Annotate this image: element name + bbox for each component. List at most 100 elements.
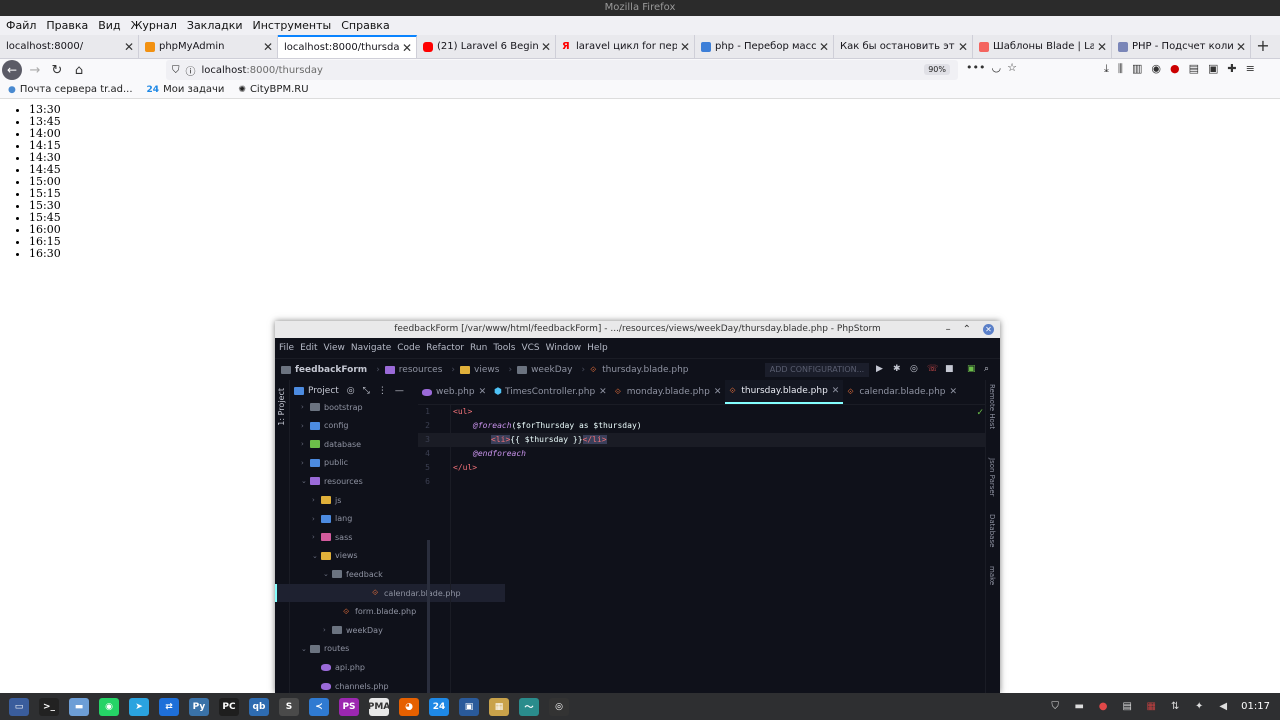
taskbar-app[interactable]: ◉ <box>96 696 122 718</box>
browser-tab[interactable]: (21) Laravel 6 Beginner - ✕ <box>417 35 556 58</box>
json-parser-tool[interactable]: Json Parser <box>988 458 996 497</box>
menu-file[interactable]: Файл <box>6 19 36 32</box>
tree-item[interactable]: › bootstrap <box>301 398 363 416</box>
info-icon[interactable]: ⓘ <box>186 63 196 78</box>
vpn-icon[interactable]: ● <box>1096 700 1110 714</box>
taskbar-app[interactable]: ≺ <box>306 696 332 718</box>
menu-history[interactable]: Журнал <box>131 19 177 32</box>
make-tool[interactable]: make <box>988 566 996 585</box>
ide-titlebar[interactable]: feedbackForm [/var/www/html/feedbackForm… <box>275 321 1000 338</box>
search-icon[interactable]: ⌕ <box>984 364 989 374</box>
project-tool-label[interactable]: 1: Project <box>277 388 286 426</box>
chevron-icon[interactable]: › <box>312 496 321 504</box>
close-icon[interactable]: ✕ <box>599 387 607 397</box>
bookmark-item[interactable]: ● Почта сервера tr.ad... <box>8 84 133 95</box>
printer-icon[interactable]: ▤ <box>1120 700 1134 714</box>
extension-red-icon[interactable]: ● <box>1170 62 1180 76</box>
collapse-icon[interactable]: ⤡ <box>363 386 370 396</box>
tree-item[interactable]: ⌄ views <box>312 547 358 565</box>
ide-menu-vcs[interactable]: VCS <box>521 343 539 353</box>
ide-menu-view[interactable]: View <box>324 343 345 353</box>
screenshot-icon[interactable]: ▣ <box>1208 62 1218 76</box>
keyboard-layout-icon[interactable]: ▦ <box>1144 700 1158 714</box>
reload-icon[interactable]: ↻ <box>46 59 68 81</box>
tree-item[interactable]: api.php <box>312 658 365 676</box>
taskbar-app[interactable]: ◕ <box>396 696 422 718</box>
taskbar-app[interactable]: qb <box>246 696 272 718</box>
phone-debug-icon[interactable]: ☏ <box>927 364 938 374</box>
terminal-icon[interactable]: ▣ <box>967 364 976 374</box>
close-icon[interactable]: ✕ <box>541 40 551 54</box>
taskbar-app[interactable]: ▣ <box>456 696 482 718</box>
menu-icon[interactable]: ≡ <box>1246 62 1255 76</box>
chevron-icon[interactable]: › <box>312 533 321 541</box>
sidebar-icon[interactable]: ▥ <box>1132 62 1142 76</box>
zoom-indicator[interactable]: 90% <box>924 64 950 75</box>
bookmark-item[interactable]: 24 Мои задачи <box>147 84 225 95</box>
tree-item[interactable]: › weekDay <box>323 621 383 639</box>
taskbar-app[interactable]: S <box>276 696 302 718</box>
chevron-icon[interactable]: › <box>301 403 310 411</box>
addons-icon[interactable]: ✚ <box>1227 62 1236 76</box>
close-icon[interactable]: ✕ <box>832 386 840 396</box>
editor-tab[interactable]: ⟐ calendar.blade.php ✕ <box>843 380 961 404</box>
menu-bookmarks[interactable]: Закладки <box>187 19 243 32</box>
taskbar-app[interactable]: PS <box>336 696 362 718</box>
chevron-icon[interactable]: ⌄ <box>301 645 310 653</box>
editor-tab-active[interactable]: ⟐ thursday.blade.php ✕ <box>725 380 844 404</box>
breadcrumb-views[interactable]: views <box>460 365 499 375</box>
taskbar-app[interactable]: ▬ <box>66 696 92 718</box>
tree-item[interactable]: › config <box>301 417 348 435</box>
pocket-icon[interactable]: ◡ <box>991 61 1001 74</box>
taskbar-app[interactable]: Py <box>186 696 212 718</box>
stop-icon[interactable]: ■ <box>945 364 954 374</box>
chevron-icon[interactable]: ⌄ <box>312 552 321 560</box>
extension-icon[interactable]: ▤ <box>1189 62 1199 76</box>
coverage-icon[interactable]: ◎ <box>910 364 918 374</box>
account-icon[interactable]: ◉ <box>1151 62 1161 76</box>
menu-view[interactable]: Вид <box>98 19 120 32</box>
chevron-icon[interactable]: ⌄ <box>323 570 332 578</box>
tree-item[interactable]: ⟐ form.blade.php <box>334 603 416 621</box>
tree-item[interactable]: › lang <box>312 510 352 528</box>
ide-menu-navigate[interactable]: Navigate <box>351 343 391 353</box>
chevron-icon[interactable]: › <box>301 459 310 467</box>
taskbar-app[interactable]: ▭ <box>6 696 32 718</box>
bookmark-item[interactable]: ✺ CityBPM.RU <box>238 84 308 95</box>
close-icon[interactable]: ✕ <box>983 324 994 335</box>
shield-icon[interactable]: ⛉ <box>172 65 180 76</box>
breadcrumb-resources[interactable]: resources <box>384 365 442 375</box>
close-icon[interactable]: ✕ <box>1097 40 1107 54</box>
chevron-icon[interactable]: › <box>323 626 332 634</box>
tree-item[interactable]: › sass <box>312 528 352 546</box>
editor-tab[interactable]: ⟐ monday.blade.php ✕ <box>611 380 726 404</box>
close-icon[interactable]: ✕ <box>949 387 957 397</box>
library-icon[interactable]: ⫼ <box>1118 62 1123 76</box>
editor-tab[interactable]: web.php ✕ <box>418 380 490 404</box>
files-icon[interactable]: ▬ <box>1072 700 1086 714</box>
clock[interactable]: 01:17 <box>1241 701 1270 712</box>
taskbar-app[interactable]: PC <box>216 696 242 718</box>
add-configuration-button[interactable]: ADD CONFIGURATION... <box>765 363 869 377</box>
hide-icon[interactable]: — <box>395 386 404 396</box>
close-icon[interactable]: ✕ <box>402 41 412 55</box>
remote-host-tool[interactable]: Remote Host <box>988 384 996 429</box>
chevron-icon[interactable]: › <box>301 440 310 448</box>
close-icon[interactable]: ✕ <box>714 387 722 397</box>
ide-menu-run[interactable]: Run <box>470 343 487 353</box>
taskbar-app[interactable]: ◎ <box>546 696 572 718</box>
taskbar-app[interactable]: ➤ <box>126 696 152 718</box>
browser-tab[interactable]: PHP - Подсчет количест ✕ <box>1112 35 1251 58</box>
browser-tab[interactable]: localhost:8000/ ✕ <box>0 35 139 58</box>
tree-item[interactable]: › public <box>301 454 348 472</box>
browser-tab[interactable]: phpMyAdmin ✕ <box>139 35 278 58</box>
menu-tools[interactable]: Инструменты <box>253 19 332 32</box>
ide-menu-code[interactable]: Code <box>397 343 420 353</box>
browser-tab-active[interactable]: localhost:8000/thursday ✕ <box>278 35 417 58</box>
menu-edit[interactable]: Правка <box>46 19 88 32</box>
browser-tab[interactable]: php - Перебор массива ✕ <box>695 35 834 58</box>
url-bar[interactable]: ⛉ ⓘ localhost:8000/thursday 90% <box>166 60 958 80</box>
taskbar-app[interactable]: ▦ <box>486 696 512 718</box>
browser-tab[interactable]: Как бы остановить этот ци ✕ <box>834 35 973 58</box>
close-icon[interactable]: ✕ <box>819 40 829 54</box>
